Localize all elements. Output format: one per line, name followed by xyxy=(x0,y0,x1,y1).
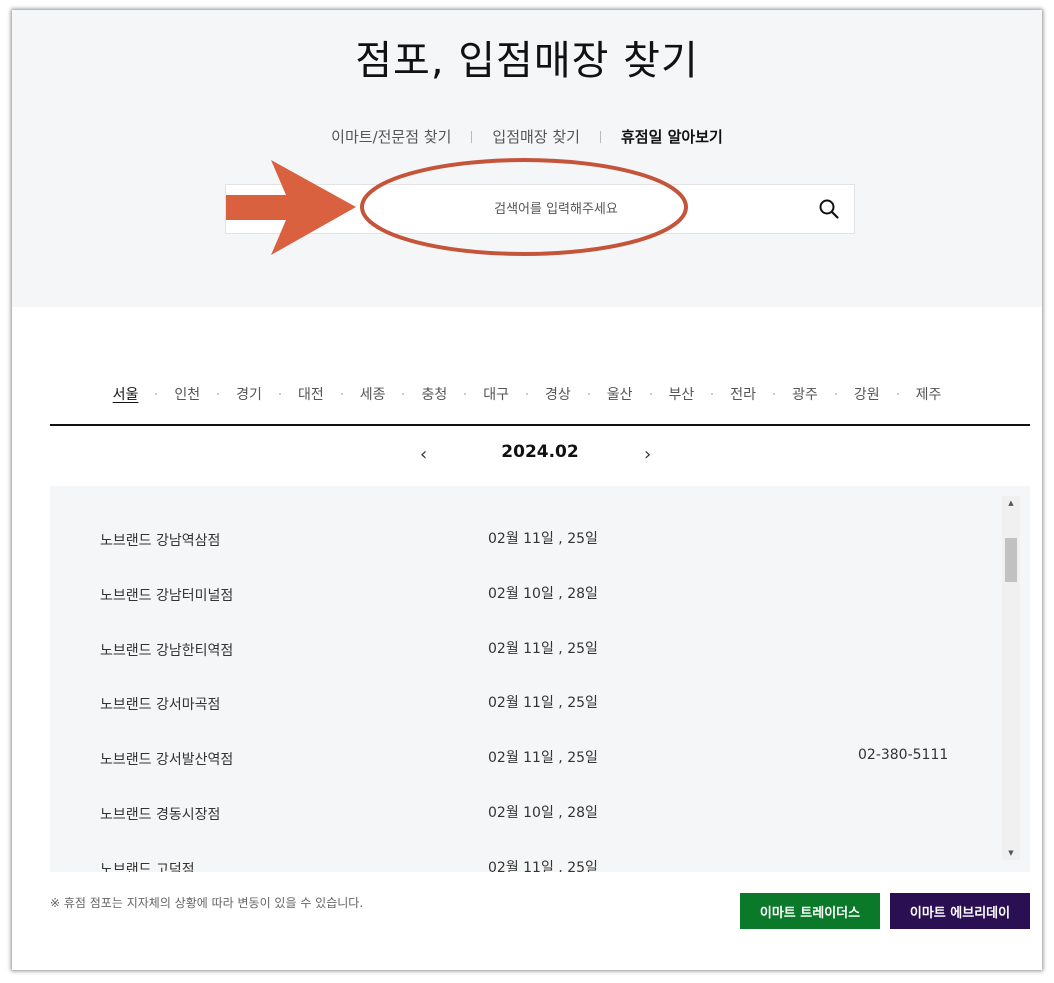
store-closed-dates: 02월 11일 , 25일 xyxy=(488,860,598,872)
scroll-up-icon[interactable]: ▲ xyxy=(1002,496,1020,510)
annotation-ellipse-icon xyxy=(360,158,688,256)
store-closed-dates: 02월 11일 , 25일 xyxy=(488,750,598,766)
month-label: 2024.02 xyxy=(501,442,579,462)
store-closed-dates: 02월 10일 , 28일 xyxy=(488,805,598,821)
annotation-arrow-icon xyxy=(226,160,356,255)
region-gyeongsang[interactable]: 경상 xyxy=(528,384,588,404)
page-title: 점포, 입점매장 찾기 xyxy=(355,38,699,84)
store-name: 노브랜드 경동시장점 xyxy=(100,807,221,823)
store-closed-dates: 02월 11일 , 25일 xyxy=(488,531,598,547)
list-scrollbar[interactable]: ▲ ▼ xyxy=(1002,496,1020,860)
store-closed-dates: 02월 10일 , 28일 xyxy=(488,586,598,602)
store-list: 노브랜드 강남역삼점 02월 11일 , 25일 노브랜드 강남터미널점 02월… xyxy=(50,486,1030,872)
region-gwangju[interactable]: 광주 xyxy=(775,384,835,404)
region-incheon[interactable]: 인천 xyxy=(157,384,217,404)
store-name: 노브랜드 강서마곡점 xyxy=(100,697,221,713)
section-divider xyxy=(50,424,1030,426)
region-daejeon[interactable]: 대전 xyxy=(281,384,341,404)
month-next-button[interactable]: › xyxy=(644,444,651,465)
table-row: 노브랜드 고덕점 02월 11일 , 25일 xyxy=(50,840,1010,872)
hero-section: 점포, 입점매장 찾기 이마트/전문점 찾기 입점매장 찾기 휴점일 알아보기 xyxy=(12,10,1042,307)
region-busan[interactable]: 부산 xyxy=(652,384,712,404)
region-jeju[interactable]: 제주 xyxy=(899,384,959,404)
table-row: 노브랜드 강남역삼점 02월 11일 , 25일 xyxy=(50,511,1010,566)
region-ulsan[interactable]: 울산 xyxy=(590,384,650,404)
store-closed-dates: 02월 11일 , 25일 xyxy=(488,641,598,657)
emart-traders-button[interactable]: 이마트 트레이더스 xyxy=(740,893,880,929)
region-gangwon[interactable]: 강원 xyxy=(837,384,897,404)
region-seoul[interactable]: 서울 xyxy=(96,384,156,404)
scroll-down-icon[interactable]: ▼ xyxy=(1002,846,1020,860)
region-gyeonggi[interactable]: 경기 xyxy=(219,384,279,404)
month-navigator: 2024.02 ‹ › xyxy=(12,442,1042,468)
store-name: 노브랜드 강남터미널점 xyxy=(100,588,234,604)
page-frame: 점포, 입점매장 찾기 이마트/전문점 찾기 입점매장 찾기 휴점일 알아보기 … xyxy=(12,10,1042,970)
region-tabs: 서울 인천 경기 대전 세종 충청 대구 경상 울산 부산 전라 광주 강원 제… xyxy=(12,384,1042,404)
search-icon[interactable] xyxy=(818,198,840,220)
store-name: 노브랜드 강남한티역점 xyxy=(100,643,234,659)
table-row: 노브랜드 경동시장점 02월 10일 , 28일 xyxy=(50,785,1010,840)
store-name: 노브랜드 고덕점 xyxy=(100,862,195,872)
region-jeolla[interactable]: 전라 xyxy=(713,384,773,404)
emart-everyday-button[interactable]: 이마트 에브리데이 xyxy=(890,893,1030,929)
scroll-thumb[interactable] xyxy=(1005,538,1017,582)
table-row: 노브랜드 강서발산역점 02월 11일 , 25일 02-380-5111 xyxy=(50,730,1010,785)
region-sejong[interactable]: 세종 xyxy=(343,384,403,404)
closure-notice: ※ 휴점 점포는 지자체의 상황에 따라 변동이 있을 수 있습니다. xyxy=(50,896,364,910)
table-row: 노브랜드 강남터미널점 02월 10일 , 28일 xyxy=(50,566,1010,621)
store-closed-dates: 02월 11일 , 25일 xyxy=(488,695,598,711)
store-name: 노브랜드 강서발산역점 xyxy=(100,752,234,768)
table-row: 노브랜드 강서마곡점 02월 11일 , 25일 xyxy=(50,675,1010,730)
store-name: 노브랜드 강남역삼점 xyxy=(100,533,221,549)
region-daegu[interactable]: 대구 xyxy=(466,384,526,404)
month-prev-button[interactable]: ‹ xyxy=(420,444,427,465)
tab-tenant-store[interactable]: 입점매장 찾기 xyxy=(472,126,600,147)
region-chungcheong[interactable]: 충청 xyxy=(404,384,464,404)
tab-emart-store[interactable]: 이마트/전문점 찾기 xyxy=(311,126,471,147)
tab-closed-days[interactable]: 휴점일 알아보기 xyxy=(601,126,743,147)
tab-bar: 이마트/전문점 찾기 입점매장 찾기 휴점일 알아보기 xyxy=(12,126,1042,147)
table-row: 노브랜드 강남한티역점 02월 11일 , 25일 xyxy=(50,621,1010,676)
store-phone: 02-380-5111 xyxy=(858,747,949,763)
